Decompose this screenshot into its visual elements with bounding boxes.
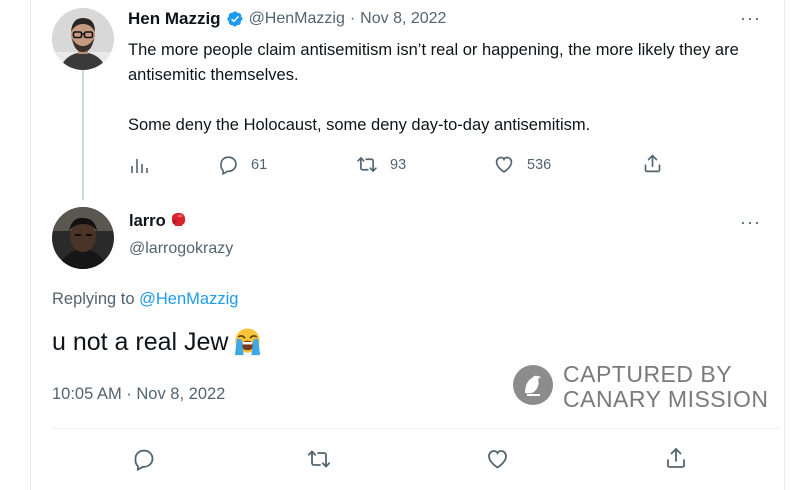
action-bar-divider bbox=[52, 428, 780, 429]
share-icon bbox=[664, 446, 688, 470]
reply-share-button[interactable] bbox=[664, 446, 688, 470]
tweet-header: Hen Mazzig @HenMazzig · Nov 8, 2022 bbox=[128, 9, 446, 29]
watermark-text: CAPTURED BY CANARY MISSION bbox=[563, 362, 769, 412]
reply-reply-button[interactable] bbox=[132, 447, 156, 471]
replying-to-prefix: Replying to bbox=[52, 290, 140, 308]
reply-tweet-body: u not a real Jew bbox=[52, 327, 263, 358]
tweet-date[interactable]: Nov 8, 2022 bbox=[360, 10, 446, 28]
reply-icon bbox=[132, 447, 156, 471]
reply-timestamp[interactable]: 10:05 AM · Nov 8, 2022 bbox=[52, 385, 225, 404]
like-count: 536 bbox=[527, 156, 552, 173]
like-button[interactable]: 536 bbox=[493, 154, 551, 175]
reply-retweet-button[interactable] bbox=[306, 447, 332, 471]
share-button[interactable] bbox=[642, 153, 663, 174]
watermark-line-1: CAPTURED BY bbox=[563, 361, 733, 387]
analytics-button[interactable] bbox=[129, 155, 149, 175]
retweet-icon bbox=[356, 154, 378, 175]
retweet-count: 93 bbox=[390, 156, 407, 173]
reply-more-options-icon[interactable]: ··· bbox=[740, 212, 761, 233]
avatar-hen-mazzig[interactable] bbox=[52, 8, 114, 70]
more-options-icon[interactable]: ··· bbox=[740, 8, 761, 29]
user-handle[interactable]: @HenMazzig bbox=[249, 10, 345, 28]
tweet-body: The more people claim antisemitism isn’t… bbox=[128, 38, 768, 138]
frame-border-left bbox=[30, 0, 31, 490]
boxing-glove-emoji bbox=[168, 211, 188, 231]
tweet-paragraph-2: Some deny the Holocaust, some deny day-t… bbox=[128, 116, 591, 134]
canary-bird-logo bbox=[512, 364, 554, 411]
share-icon bbox=[642, 153, 663, 174]
dot-separator: · bbox=[349, 10, 356, 27]
reply-user-handle[interactable]: @larrogokrazy bbox=[129, 240, 233, 258]
reply-name-row: larro bbox=[129, 211, 188, 231]
heart-icon bbox=[485, 447, 510, 471]
reply-display-name[interactable]: larro bbox=[129, 212, 166, 231]
display-name[interactable]: Hen Mazzig bbox=[128, 9, 221, 29]
retweet-button[interactable]: 93 bbox=[356, 154, 406, 175]
reply-button[interactable]: 61 bbox=[218, 154, 267, 175]
watermark-line-2: CANARY MISSION bbox=[563, 386, 769, 412]
thread-connector-line bbox=[82, 70, 84, 200]
heart-icon bbox=[493, 154, 515, 175]
replying-to-line: Replying to @HenMazzig bbox=[52, 290, 238, 309]
replying-to-link[interactable]: @HenMazzig bbox=[139, 290, 238, 308]
reply-count: 61 bbox=[251, 156, 268, 173]
canary-mission-watermark: CAPTURED BY CANARY MISSION bbox=[512, 362, 769, 412]
tweet-paragraph-1: The more people claim antisemitism isn’t… bbox=[128, 41, 739, 84]
reply-icon bbox=[218, 154, 239, 175]
retweet-icon bbox=[306, 447, 332, 471]
loudly-crying-face-emoji bbox=[232, 327, 263, 358]
verified-badge-icon bbox=[226, 10, 244, 28]
reply-like-button[interactable] bbox=[485, 447, 510, 471]
avatar-larro[interactable] bbox=[52, 207, 114, 269]
reply-text: u not a real Jew bbox=[52, 328, 229, 356]
analytics-icon bbox=[129, 155, 149, 175]
frame-border-right bbox=[784, 0, 785, 490]
